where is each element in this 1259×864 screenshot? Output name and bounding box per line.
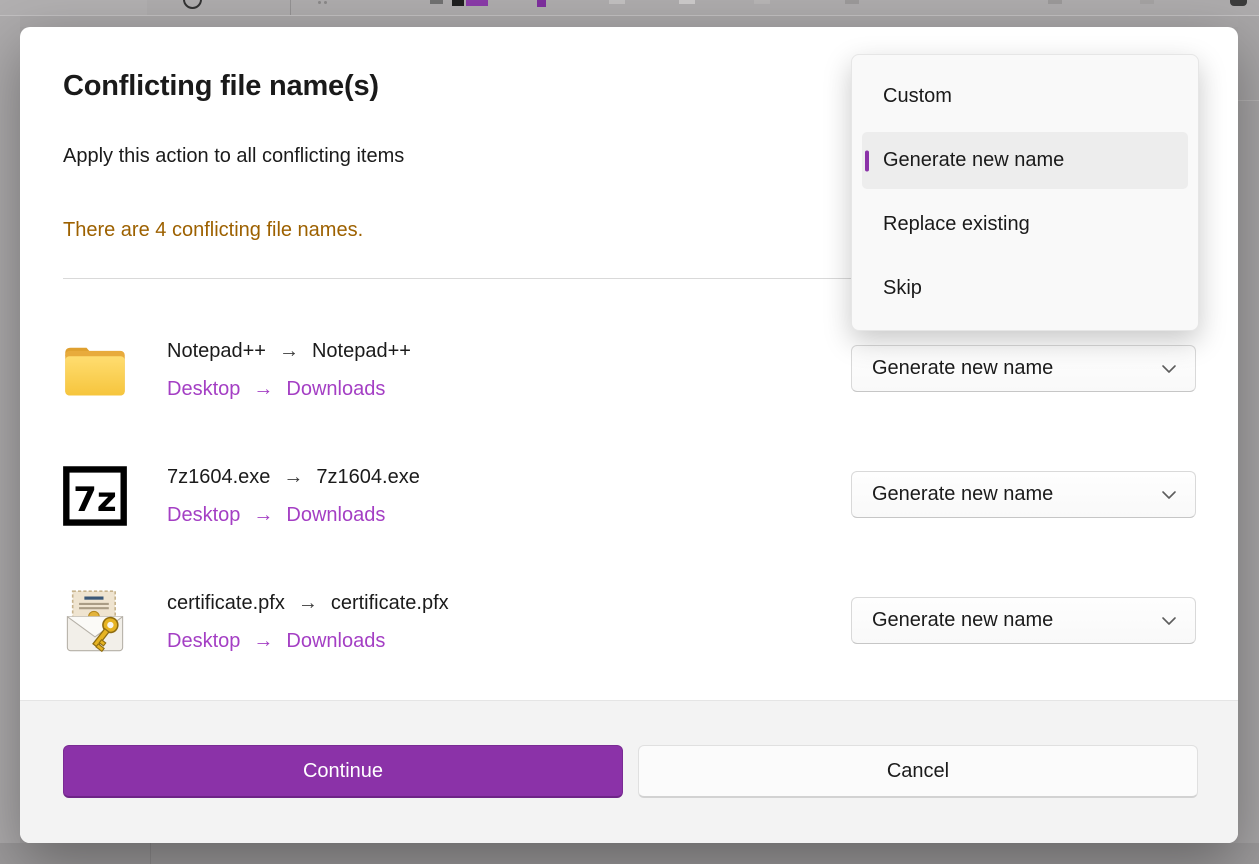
conflict-row: certificate.pfx → certificate.pfx Deskto… [20, 588, 1238, 658]
arrow-right-icon: → [253, 378, 273, 401]
background-toolbar-icon [679, 0, 695, 4]
cancel-button[interactable]: Cancel [638, 745, 1198, 798]
source-location-link[interactable]: Desktop [167, 630, 240, 653]
background-app-surface [0, 16, 1259, 27]
background-toolbar-icon [845, 0, 859, 4]
background-right-line [1238, 100, 1259, 101]
dialog-title: Conflicting file name(s) [63, 70, 379, 103]
source-location-link[interactable]: Desktop [167, 504, 240, 527]
destination-location-link[interactable]: Downloads [286, 504, 385, 527]
file-location-line: Desktop → Downloads [167, 500, 420, 530]
conflict-action-dropdown[interactable]: Generate new name [851, 471, 1196, 518]
apply-to-all-flyout-menu: Custom Generate new name Replace existin… [851, 54, 1199, 331]
conflict-action-dropdown[interactable]: Generate new name [851, 345, 1196, 392]
menu-item-generate-new-name[interactable]: Generate new name [862, 132, 1188, 189]
menu-item-label: Custom [883, 85, 952, 108]
certificate-icon [61, 588, 129, 656]
file-location-line: Desktop → Downloads [167, 626, 449, 656]
dropdown-selected-value: Generate new name [872, 357, 1053, 380]
destination-file-name: Notepad++ [312, 340, 411, 363]
menu-item-label: Skip [883, 277, 922, 300]
conflict-warning-text: There are 4 conflicting file names. [63, 219, 363, 242]
menu-item-label: Replace existing [883, 213, 1030, 236]
conflict-row: Notepad++ → Notepad++ Desktop → Download… [20, 336, 1238, 406]
background-toolbar-divider [290, 0, 291, 15]
background-toolbar-icon [452, 0, 464, 6]
menu-item-label: Generate new name [883, 149, 1064, 172]
background-dot-icon [318, 1, 321, 4]
background-toolbar-icon [1048, 0, 1062, 4]
background-sidebar-divider [150, 843, 151, 864]
background-toolbar-icon [466, 0, 488, 6]
conflict-row: 7z 7z1604.exe → 7z1604.exe Desktop → Dow… [20, 462, 1238, 532]
source-file-name: Notepad++ [167, 340, 266, 363]
background-bottom-edge [0, 843, 1259, 864]
chevron-down-icon [1161, 490, 1177, 500]
file-name-line: 7z1604.exe → 7z1604.exe [167, 462, 420, 492]
background-app-toolbar-left [0, 0, 147, 15]
arrow-right-icon: → [283, 466, 303, 489]
destination-file-name: certificate.pfx [331, 592, 449, 615]
source-file-name: 7z1604.exe [167, 466, 270, 489]
dialog-subtitle: Apply this action to all conflicting ite… [63, 145, 404, 168]
arrow-right-icon: → [253, 630, 273, 653]
folder-icon [61, 336, 129, 404]
background-toolbar-icon [754, 0, 770, 4]
continue-button[interactable]: Continue [63, 745, 623, 798]
arrow-right-icon: → [279, 340, 299, 363]
background-toolbar-icon [537, 0, 546, 7]
menu-item-custom[interactable]: Custom [862, 68, 1188, 125]
chevron-down-icon [1161, 364, 1177, 374]
dropdown-selected-value: Generate new name [872, 609, 1053, 632]
7zip-exe-icon: 7z [61, 462, 129, 530]
background-dot-icon [324, 1, 327, 4]
file-location-line: Desktop → Downloads [167, 374, 411, 404]
chevron-down-icon [1161, 616, 1177, 626]
menu-item-replace-existing[interactable]: Replace existing [862, 196, 1188, 253]
background-left-edge [0, 16, 20, 864]
background-toolbar-icon [430, 0, 443, 4]
file-name-line: certificate.pfx → certificate.pfx [167, 588, 449, 618]
file-name-line: Notepad++ → Notepad++ [167, 336, 411, 366]
selection-indicator [865, 150, 869, 171]
background-toolbar-icon [1230, 0, 1247, 6]
arrow-right-icon: → [298, 592, 318, 615]
destination-location-link[interactable]: Downloads [286, 630, 385, 653]
arrow-right-icon: → [253, 504, 273, 527]
background-toolbar-icon [1140, 0, 1154, 4]
background-right-edge [1238, 16, 1259, 864]
background-toolbar-icon [609, 0, 625, 4]
conflict-action-dropdown[interactable]: Generate new name [851, 597, 1196, 644]
source-location-link[interactable]: Desktop [167, 378, 240, 401]
source-file-name: certificate.pfx [167, 592, 285, 615]
dialog-footer: Continue Cancel [20, 700, 1238, 843]
dropdown-selected-value: Generate new name [872, 483, 1053, 506]
svg-text:7z: 7z [73, 480, 116, 520]
destination-location-link[interactable]: Downloads [286, 378, 385, 401]
menu-item-skip[interactable]: Skip [862, 260, 1188, 317]
destination-file-name: 7z1604.exe [316, 466, 419, 489]
